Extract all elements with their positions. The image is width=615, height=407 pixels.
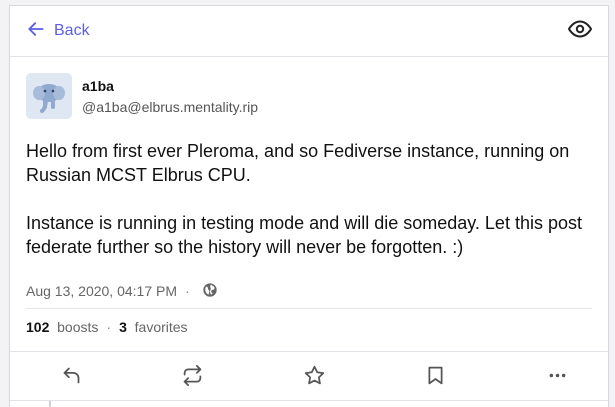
- account-handle[interactable]: @a1ba@elbrus.mentality.rip: [82, 98, 258, 116]
- status-detail: a1ba @a1ba@elbrus.mentality.rip Hello fr…: [10, 57, 608, 345]
- status-counts: 102 boosts · 3 favorites: [26, 309, 592, 345]
- meta-separator: ·: [185, 283, 190, 299]
- divider: [10, 400, 608, 401]
- status-panel: Back a1ba @a1ba@elbrus.mentality.rip Hel…: [9, 5, 609, 407]
- favorites-count-link[interactable]: 3 favorites: [119, 319, 188, 335]
- counts-separator: ·: [106, 319, 112, 335]
- boosts-count: 102: [26, 319, 50, 335]
- bookmark-icon[interactable]: [425, 365, 447, 387]
- eye-icon[interactable]: [568, 17, 592, 46]
- more-horizontal-icon[interactable]: [546, 365, 568, 387]
- status-paragraph: Instance is running in testing mode and …: [26, 213, 582, 257]
- display-name[interactable]: a1ba: [82, 77, 258, 95]
- action-bar: [10, 351, 608, 399]
- favorites-label: favorites: [134, 319, 188, 335]
- back-label: Back: [54, 22, 90, 39]
- status-timestamp[interactable]: Aug 13, 2020, 04:17 PM: [26, 283, 177, 299]
- avatar[interactable]: [26, 73, 72, 119]
- back-button[interactable]: Back: [26, 19, 90, 44]
- globe-icon: [198, 282, 218, 301]
- status-paragraph: Hello from first ever Pleroma, and so Fe…: [26, 141, 570, 185]
- star-icon[interactable]: [303, 365, 325, 387]
- boosts-label: boosts: [57, 319, 99, 335]
- reply-icon[interactable]: [60, 365, 82, 387]
- account-names: a1ba @a1ba@elbrus.mentality.rip: [82, 73, 258, 116]
- arrow-left-icon: [26, 19, 46, 44]
- account-info[interactable]: a1ba @a1ba@elbrus.mentality.rip: [26, 73, 592, 119]
- thread-line: [49, 401, 51, 407]
- status-meta: Aug 13, 2020, 04:17 PM ·: [26, 280, 592, 302]
- column-header: Back: [10, 6, 608, 57]
- status-content: Hello from first ever Pleroma, and so Fe…: [26, 139, 592, 259]
- favorites-count: 3: [119, 319, 127, 335]
- elephant-avatar-icon: [29, 76, 69, 116]
- repeat-icon[interactable]: [182, 365, 204, 387]
- boosts-count-link[interactable]: 102 boosts: [26, 319, 98, 335]
